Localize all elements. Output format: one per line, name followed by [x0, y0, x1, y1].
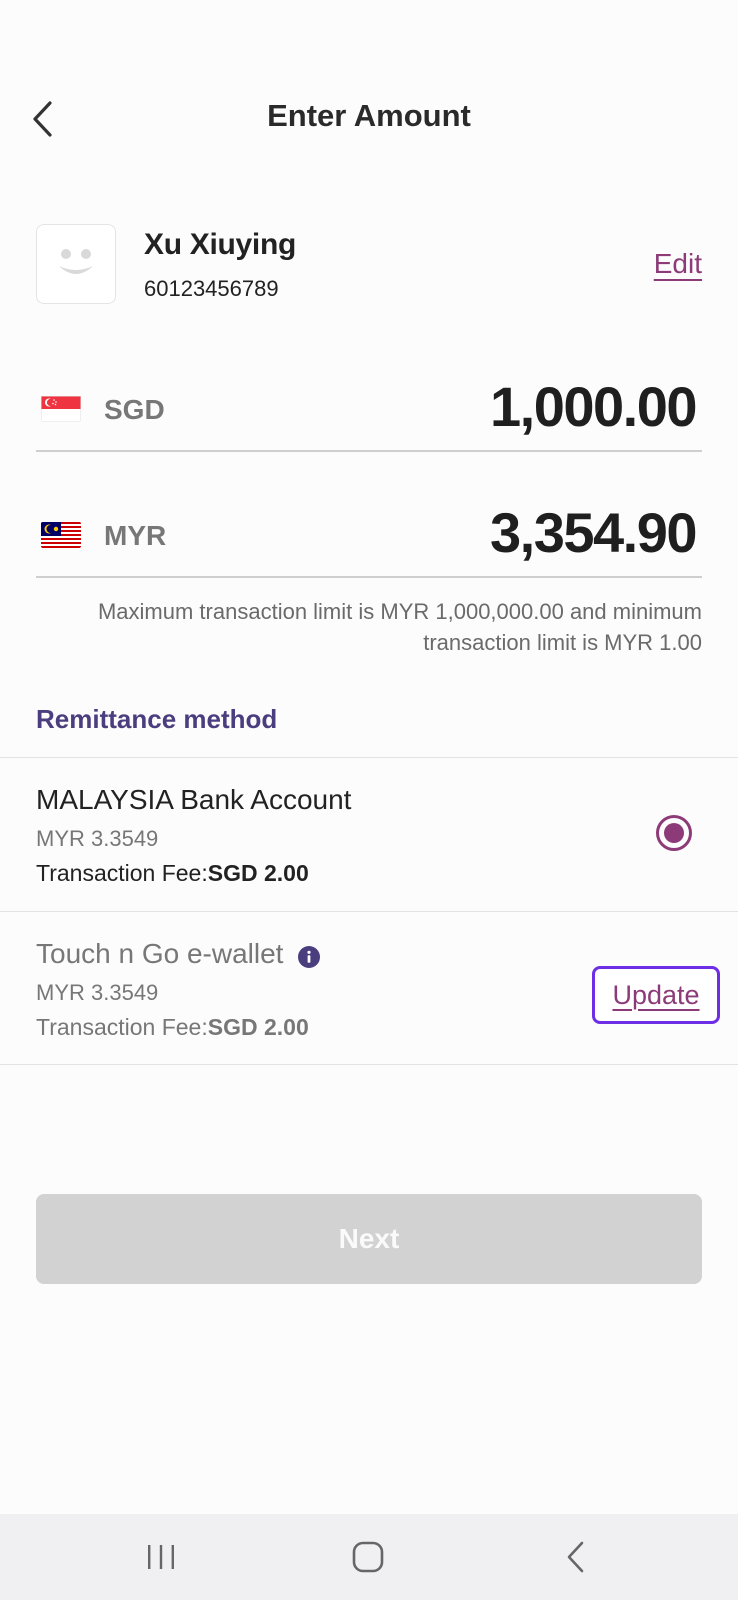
fee-label: Transaction Fee: [36, 860, 208, 886]
info-icon[interactable] [298, 946, 320, 968]
send-amount-row[interactable]: SGD 1,000.00 [36, 372, 702, 452]
recent-apps-icon [148, 1545, 174, 1569]
app-screen: Enter Amount Xu Xiuying 60123456789 Edit [0, 0, 738, 1600]
receive-currency-code: MYR [104, 520, 167, 551]
method-fee: Transaction Fee:SGD 2.00 [36, 1014, 309, 1041]
receive-amount-row[interactable]: MYR 3,354.90 [36, 498, 702, 578]
recipient-phone: 60123456789 [144, 276, 279, 301]
fee-value: SGD 2.00 [207, 860, 309, 886]
send-amount-input[interactable]: 1,000.00 [490, 374, 697, 439]
method-name: MALAYSIA Bank Account [36, 784, 352, 815]
fee-label: Transaction Fee: [36, 1014, 208, 1040]
home-button[interactable] [308, 1514, 428, 1600]
page-title: Enter Amount [267, 98, 471, 133]
system-back-button[interactable] [515, 1514, 635, 1600]
receive-amount-input[interactable]: 3,354.90 [490, 500, 697, 565]
remittance-method-title: Remittance method [36, 704, 278, 734]
avatar [36, 224, 116, 304]
recent-apps-button[interactable] [101, 1514, 221, 1600]
header: Enter Amount [0, 80, 738, 160]
method-rate: MYR 3.3549 [36, 980, 159, 1005]
method-rate: MYR 3.3549 [36, 826, 159, 851]
recipient-card: Xu Xiuying 60123456789 Edit [36, 224, 702, 304]
method-fee: Transaction Fee:SGD 2.00 [36, 860, 309, 887]
update-button[interactable]: Update [592, 966, 720, 1024]
transaction-limit-note: Maximum transaction limit is MYR 1,000,0… [97, 599, 702, 655]
home-icon [352, 1541, 384, 1573]
next-button[interactable]: Next [36, 1194, 702, 1284]
send-currency-code: SGD [104, 394, 165, 425]
radio-dot [664, 823, 684, 843]
recipient-name: Xu Xiuying [144, 228, 297, 261]
singapore-flag-icon [41, 396, 81, 422]
fee-value: SGD 2.00 [207, 1014, 309, 1040]
method-bank-account[interactable]: MALAYSIA Bank Account MYR 3.3549 Transac… [0, 757, 738, 911]
method-name: Touch n Go e-wallet [36, 938, 284, 969]
back-arrow-icon [567, 1541, 584, 1573]
edit-recipient-link[interactable]: Edit [654, 248, 702, 280]
smiley-placeholder-icon [59, 249, 93, 274]
method-ewallet[interactable]: Touch n Go e-wallet MYR 3.3549 Transacti… [0, 911, 738, 1065]
malaysia-flag-icon [41, 522, 81, 548]
radio-selected[interactable] [656, 815, 692, 851]
system-nav-bar [0, 1514, 738, 1600]
